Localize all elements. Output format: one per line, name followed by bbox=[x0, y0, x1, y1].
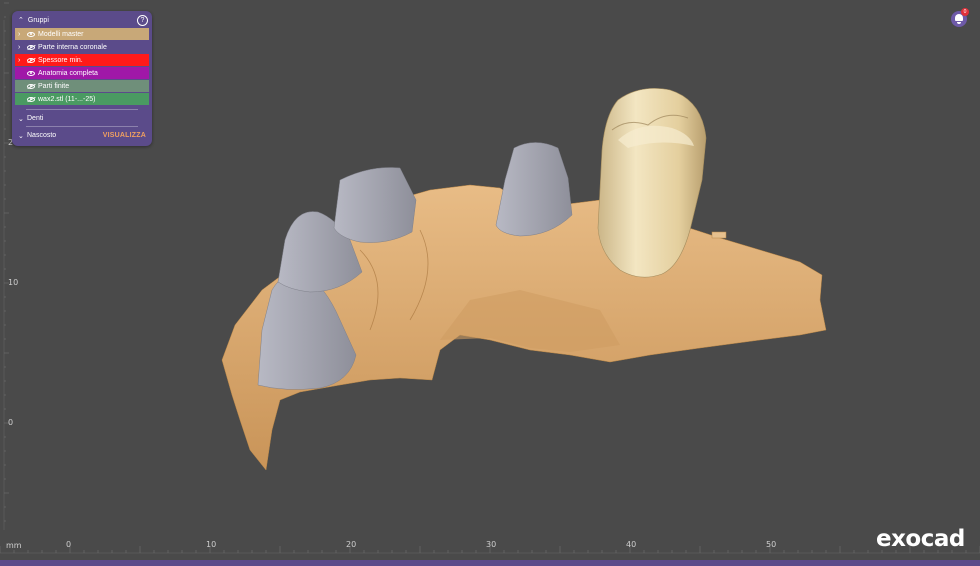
eye-icon[interactable] bbox=[27, 70, 35, 76]
chevron-right-icon[interactable]: › bbox=[18, 44, 25, 51]
vertical-ruler bbox=[3, 2, 9, 530]
panel-divider bbox=[26, 109, 138, 110]
visualizza-button[interactable]: VISUALIZZA bbox=[103, 132, 146, 139]
chevron-right-icon[interactable]: › bbox=[18, 31, 25, 38]
notifications-button[interactable]: 0 bbox=[951, 8, 969, 27]
eye-off-icon[interactable] bbox=[27, 83, 35, 89]
x-tick-label: 10 bbox=[206, 540, 217, 549]
group-label: Parte interna coronale bbox=[38, 43, 107, 51]
x-tick-label: 40 bbox=[626, 540, 637, 549]
ruler-unit: mm bbox=[6, 541, 22, 550]
question-circle-icon[interactable]: ? bbox=[137, 14, 148, 26]
eye-off-icon[interactable] bbox=[27, 44, 35, 50]
prep-tooth-4 bbox=[495, 142, 573, 237]
notification-badge: 0 bbox=[961, 8, 969, 16]
bell-clapper bbox=[957, 22, 961, 24]
group-label: wax2.stl (11-...-25) bbox=[38, 95, 96, 103]
group-label: Parti finite bbox=[38, 82, 70, 90]
group-row[interactable]: Anatomia completa bbox=[15, 67, 149, 79]
group-row[interactable]: Parti finite bbox=[15, 80, 149, 92]
y-tick-label: 10 bbox=[8, 278, 19, 287]
x-tick-label: 30 bbox=[486, 540, 497, 549]
bottom-bar bbox=[0, 560, 980, 566]
chevron-down-icon[interactable]: ⌄ bbox=[18, 132, 27, 140]
nascosto-label: Nascosto bbox=[27, 132, 57, 139]
group-row[interactable]: wax2.stl (11-...-25) bbox=[15, 93, 149, 105]
chevron-right-icon[interactable]: › bbox=[18, 57, 25, 64]
x-tick-label: 50 bbox=[766, 540, 777, 549]
distal-marker bbox=[711, 231, 727, 239]
group-label: Spessore min. bbox=[38, 56, 83, 64]
groups-header[interactable]: ⌃ Gruppi ? bbox=[14, 13, 150, 27]
eye-off-icon[interactable] bbox=[27, 96, 35, 102]
group-label: Anatomia completa bbox=[38, 69, 98, 77]
group-label: Modelli master bbox=[38, 30, 84, 38]
group-row[interactable]: › Modelli master bbox=[15, 28, 149, 40]
chevron-down-icon[interactable]: ⌄ bbox=[18, 115, 27, 123]
panel-divider bbox=[26, 126, 138, 127]
group-row[interactable]: › Parte interna coronale bbox=[15, 41, 149, 53]
x-tick-label: 0 bbox=[66, 540, 72, 549]
group-row[interactable]: › Spessore min. bbox=[15, 54, 149, 66]
denti-section[interactable]: ⌄ Denti bbox=[14, 112, 150, 125]
x-tick-label: 20 bbox=[346, 540, 357, 549]
chevron-up-icon[interactable]: ⌃ bbox=[18, 16, 24, 24]
groups-title: Gruppi bbox=[27, 16, 49, 24]
exocad-logo: exocad bbox=[876, 526, 965, 552]
eye-off-icon[interactable] bbox=[27, 57, 35, 63]
groups-panel[interactable]: ⌃ Gruppi ? › Modelli master › Parte interna… bbox=[12, 11, 152, 146]
nascosto-section[interactable]: ⌄ Nascosto VISUALIZZA bbox=[14, 129, 150, 142]
eye-icon[interactable] bbox=[27, 31, 35, 37]
denti-label: Denti bbox=[27, 115, 44, 122]
prep-tooth-3 bbox=[333, 167, 417, 243]
y-tick-label: 0 bbox=[8, 418, 14, 427]
